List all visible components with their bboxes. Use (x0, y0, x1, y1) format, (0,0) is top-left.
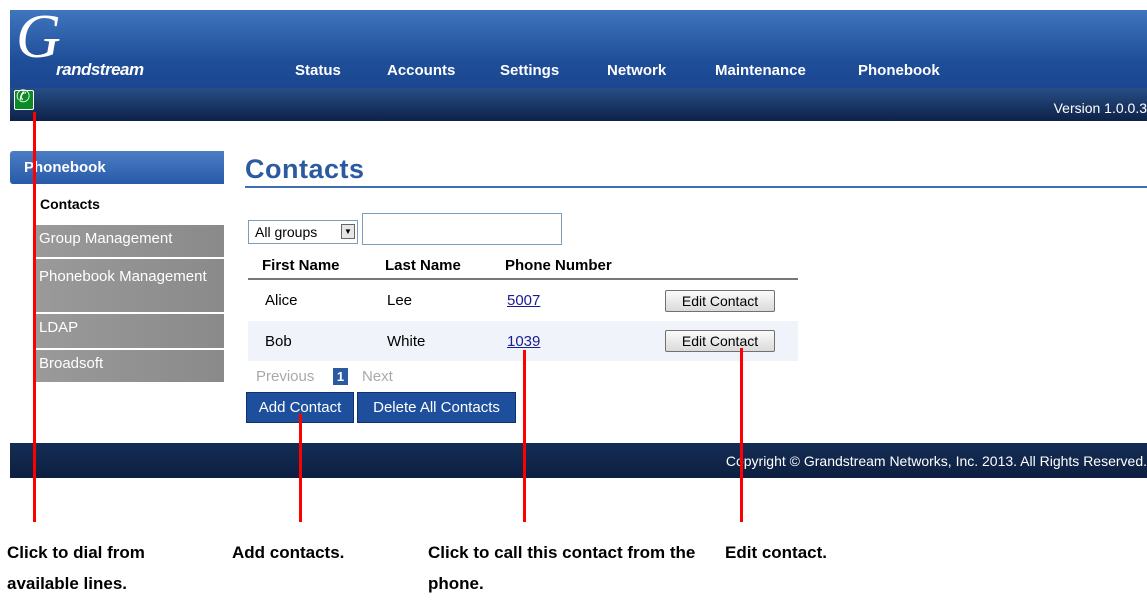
first-name-cell: Alice (265, 292, 298, 309)
callout-line-call (523, 350, 526, 522)
top-header: G randstream Status Accounts Settings Ne… (10, 6, 1147, 88)
logo-text: randstream (56, 60, 144, 79)
group-filter-select[interactable]: All groups ▼ (248, 220, 358, 244)
phone-number-link[interactable]: 5007 (507, 292, 540, 309)
title-divider (245, 186, 1147, 188)
sidebar-item-group-management[interactable]: Group Management (34, 225, 224, 259)
phone-handset-icon: ✆ (16, 87, 31, 106)
sub-header-bar: ✆ Version 1.0.0.3 (10, 88, 1147, 121)
table-header-divider (248, 278, 798, 280)
edit-contact-button[interactable]: Edit Contact (665, 330, 775, 352)
note-add: Add contacts. (232, 543, 345, 562)
callout-line-edit (740, 348, 743, 522)
group-filter-value: All groups (255, 224, 318, 240)
page-title: Contacts (245, 154, 365, 184)
phone-number-link[interactable]: 1039 (507, 333, 540, 350)
pagination-next[interactable]: Next (362, 368, 393, 385)
pagination-previous[interactable]: Previous (256, 368, 314, 385)
dial-button[interactable]: ✆ (14, 87, 34, 110)
delete-all-contacts-button[interactable]: Delete All Contacts (357, 392, 516, 423)
logo-initial: G (16, 3, 61, 71)
grandstream-logo: G randstream (16, 6, 156, 86)
nav-network[interactable]: Network (607, 62, 666, 79)
copyright-text: Copyright © Grandstream Networks, Inc. 2… (725, 453, 1147, 469)
sidebar-item-ldap[interactable]: LDAP (34, 314, 224, 350)
note-edit: Edit contact. (725, 543, 828, 562)
note-call: Click to call this contact from the phon… (428, 543, 696, 593)
last-name-cell: White (387, 333, 426, 350)
column-header-last-name: Last Name (385, 257, 461, 274)
column-header-first-name: First Name (262, 257, 340, 274)
sidebar-item-phonebook-management[interactable]: Phonebook Management (34, 259, 224, 314)
callout-line-dial (33, 112, 36, 522)
nav-accounts[interactable]: Accounts (387, 62, 455, 79)
sidebar-item-contacts[interactable]: Contacts (40, 196, 100, 212)
sidebar-item-broadsoft[interactable]: Broadsoft (34, 350, 224, 384)
nav-maintenance[interactable]: Maintenance (715, 62, 806, 79)
last-name-cell: Lee (387, 292, 413, 309)
nav-settings[interactable]: Settings (500, 62, 559, 79)
edit-contact-button[interactable]: Edit Contact (665, 290, 775, 312)
search-input[interactable] (362, 213, 562, 245)
callout-line-add (299, 414, 302, 522)
first-name-cell: Bob (265, 333, 292, 350)
version-label: Version 1.0.0.3 (1053, 100, 1147, 116)
chevron-down-icon[interactable]: ▼ (341, 224, 355, 239)
pagination-current-page[interactable]: 1 (333, 368, 348, 385)
sidebar-section-phonebook[interactable]: Phonebook (10, 151, 224, 184)
nav-phonebook[interactable]: Phonebook (858, 62, 940, 79)
table-row: Alice Lee 5007 Edit Contact (248, 281, 798, 321)
footer-bar: Copyright © Grandstream Networks, Inc. 2… (10, 443, 1147, 478)
column-header-phone-number: Phone Number (505, 257, 612, 274)
note-dial: Click to dial from available lines. (7, 543, 145, 593)
nav-status[interactable]: Status (295, 62, 341, 79)
